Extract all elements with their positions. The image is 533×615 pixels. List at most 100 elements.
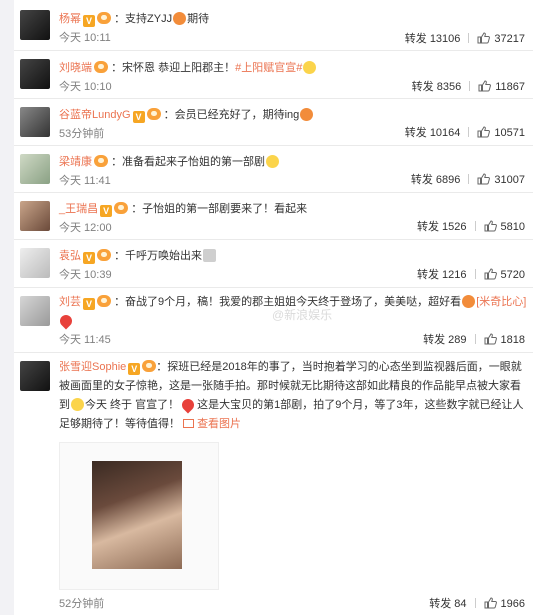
divider [468, 33, 470, 43]
fan-badge-icon [146, 108, 161, 120]
emoji-icon [203, 249, 217, 262]
emoji-text: [米奇比心] [476, 296, 527, 308]
comment-time: 53分钟前 [59, 128, 105, 140]
comment-text: ：宋怀恩 恭迎上阳郡主！ [111, 62, 236, 74]
fan-badge-icon [94, 61, 108, 73]
hashtag-link[interactable]: #上阳赋官宣# [235, 62, 302, 74]
comment-time: 52分钟前 [59, 598, 105, 610]
emoji-icon [71, 398, 84, 411]
comment-text-2: 期待 [187, 13, 210, 25]
avatar[interactable] [20, 248, 50, 278]
comment-item: 谷蓝帝LundyG V ：会员已经充好了，期待ing 53分钟前 转发 10164… [14, 99, 533, 146]
comment-item: _王瑞昌 V ：子怡姐的第一部剧要来了！看起来 今天 12:00 转发 1526 … [14, 193, 533, 240]
comment-username[interactable]: 刘晓端 [59, 62, 92, 74]
divider [469, 81, 471, 91]
comment-time: 今天 10:11 [59, 32, 111, 44]
view-image-link[interactable]: 查看图片 [183, 418, 241, 430]
avatar[interactable] [20, 201, 50, 231]
comment-item: 梁靖康 ：准备看起来子怡姐的第一部剧 今天 11:41 转发 6896 3100… [14, 146, 533, 193]
comment-time: 今天 12:00 [59, 222, 112, 234]
avatar[interactable] [20, 10, 50, 40]
comment-username[interactable]: 杨幂 [59, 13, 81, 25]
photo-content [92, 461, 182, 569]
verified-icon: V [132, 111, 145, 123]
comment-actions: 转发 1216 5720 [417, 266, 525, 282]
thumbs-up-icon [484, 596, 497, 609]
fan-badge-icon [97, 295, 111, 307]
fan-badge-icon [142, 360, 157, 372]
emoji-icon [173, 12, 187, 25]
like-button[interactable]: 11867 [478, 79, 525, 93]
avatar[interactable] [20, 361, 50, 391]
avatar[interactable] [20, 296, 50, 326]
comment-body: 张雪迎Sophie V ：探班已经是2018年的事了，当时抱着学习的心态坐到监视器后… [59, 358, 525, 434]
verified-icon: V [100, 205, 113, 217]
comment-time: 今天 11:41 [59, 175, 111, 187]
comment-text: ：支持ZYJJ [114, 13, 173, 25]
comment-username[interactable]: 袁弘 [59, 250, 81, 262]
like-button[interactable]: 1818 [484, 332, 525, 346]
repost-button[interactable]: 转发 1216 [417, 266, 467, 282]
like-button[interactable]: 10571 [477, 125, 525, 139]
comment-username[interactable]: _王瑞昌 [59, 203, 98, 215]
verified-icon: V [83, 15, 95, 27]
avatar[interactable] [20, 59, 50, 89]
comment-item: 张雪迎Sophie V ：探班已经是2018年的事了，当时抱着学习的心态坐到监视器后… [14, 353, 533, 615]
comment-item: 杨幂 V ：支持ZYJJ 期待 今天 10:11 转发 13106 37217 [14, 0, 533, 51]
like-button[interactable]: 1966 [484, 596, 525, 610]
comment-item: 刘晓端 ：宋怀恩 恭迎上阳郡主！#上阳赋官宣# 今天 10:10 转发 8356… [14, 51, 533, 99]
comment-image[interactable] [59, 442, 219, 590]
avatar[interactable] [20, 107, 50, 137]
like-button[interactable]: 31007 [477, 172, 525, 186]
heart-icon [179, 396, 197, 414]
repost-button[interactable]: 转发 289 [423, 331, 466, 347]
like-button[interactable]: 5810 [484, 219, 525, 233]
repost-button[interactable]: 转发 6896 [411, 171, 461, 187]
comment-feed: 杨幂 V ：支持ZYJJ 期待 今天 10:11 转发 13106 37217 刘晓… [14, 0, 533, 615]
like-button[interactable]: 37217 [477, 31, 525, 45]
comment-text: ：子怡姐的第一部剧要来了！看起来 [131, 203, 308, 215]
repost-button[interactable]: 转发 10164 [405, 124, 461, 140]
comment-actions: 转发 10164 10571 [405, 124, 525, 140]
divider [474, 269, 476, 279]
comment-actions: 转发 289 1818 [423, 331, 525, 347]
repost-button[interactable]: 转发 8356 [412, 78, 462, 94]
comment-text: ：会员已经充好了，期待ing [163, 109, 300, 121]
verified-icon: V [128, 363, 141, 375]
fan-badge-icon [97, 12, 111, 24]
comment-username[interactable]: 张雪迎Sophie [59, 361, 126, 373]
avatar[interactable] [20, 154, 50, 184]
emoji-icon [300, 108, 314, 121]
comment-actions: 转发 13106 37217 [405, 30, 525, 46]
comment-actions: 转发 6896 31007 [411, 171, 525, 187]
fan-badge-icon [94, 155, 108, 167]
comment-username[interactable]: 梁靖康 [59, 156, 92, 168]
comment-time: 今天 10:39 [59, 269, 112, 281]
repost-button[interactable]: 转发 1526 [417, 218, 467, 234]
repost-button[interactable]: 转发 13106 [405, 30, 461, 46]
repost-button[interactable]: 转发 84 [429, 595, 466, 611]
heart-icon [57, 312, 75, 330]
divider [474, 598, 476, 608]
thumbs-up-icon [477, 125, 491, 138]
thumbs-up-icon [477, 31, 491, 44]
comment-username[interactable]: 刘芸 [59, 296, 81, 308]
comment-text: ：千呼万唤始出来 [114, 250, 203, 262]
image-icon [183, 419, 195, 428]
comment-time: 今天 10:10 [59, 81, 112, 93]
thumbs-up-icon [484, 332, 497, 345]
divider [468, 127, 470, 137]
comment-actions: 转发 84 1966 [429, 595, 525, 611]
thumbs-up-icon [484, 267, 497, 280]
comment-text: ：准备看起来子怡姐的第一部剧 [111, 156, 266, 168]
comment-username[interactable]: 谷蓝帝LundyG [59, 109, 131, 121]
divider [468, 174, 470, 184]
like-button[interactable]: 5720 [484, 267, 525, 281]
comment-text-2: 今天 终于 官宣了！ [85, 399, 180, 411]
divider [474, 334, 476, 344]
thumbs-up-icon [477, 172, 491, 185]
emoji-icon [462, 295, 476, 308]
fan-badge-icon [97, 249, 111, 261]
comment-actions: 转发 1526 5810 [417, 218, 525, 234]
emoji-icon [303, 61, 317, 74]
